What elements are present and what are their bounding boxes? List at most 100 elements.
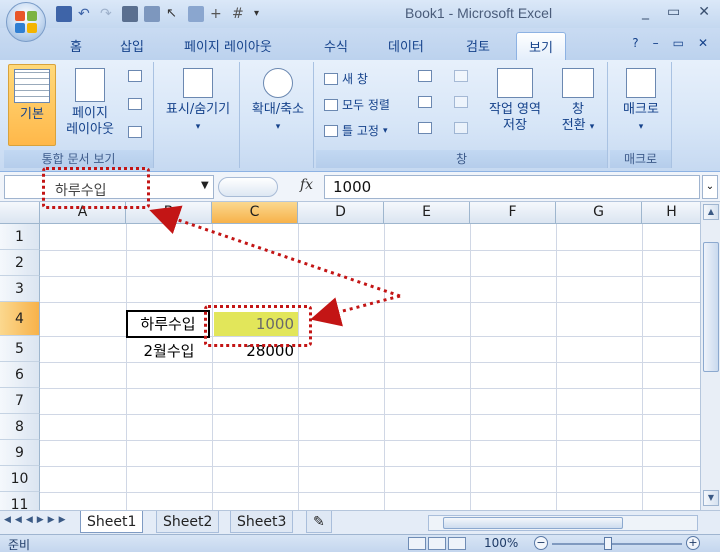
row-header-2[interactable]: 2 xyxy=(0,250,40,276)
zoom-level[interactable]: 100% xyxy=(484,536,518,550)
row-header-3[interactable]: 3 xyxy=(0,276,40,302)
page-layout-view-button[interactable]: 페이지 레이아웃 xyxy=(60,64,120,146)
hide-icon[interactable] xyxy=(418,96,432,108)
worksheet-grid[interactable]: A B C D E F G H 1 2 3 4 5 6 7 8 9 10 11 … xyxy=(0,202,700,510)
scroll-down-icon[interactable]: ▼ xyxy=(703,490,719,506)
row-header-1[interactable]: 1 xyxy=(0,224,40,250)
grid-icon[interactable]: # xyxy=(232,6,248,22)
normal-view-button[interactable]: 기본 xyxy=(8,64,56,146)
vertical-scrollbar[interactable]: ▲ ▼ xyxy=(700,202,720,510)
row-header-7[interactable]: 7 xyxy=(0,388,40,414)
help-icon[interactable]: ? xyxy=(632,36,638,50)
split-icon[interactable] xyxy=(418,70,432,82)
expand-formula-bar-icon[interactable]: ⌄ xyxy=(702,175,718,199)
tab-insert[interactable]: 삽입 xyxy=(120,36,144,55)
pointer-icon[interactable]: ↖ xyxy=(166,6,182,22)
tab-page-layout[interactable]: 페이지 레이아웃 xyxy=(184,36,272,55)
column-header-h[interactable]: H xyxy=(642,202,700,224)
new-window-button[interactable]: 새 창 xyxy=(324,70,368,87)
row-header-10[interactable]: 10 xyxy=(0,466,40,492)
tab-review[interactable]: 검토 xyxy=(466,36,490,55)
crosshair-icon[interactable]: + xyxy=(210,6,226,22)
tab-formulas[interactable]: 수식 xyxy=(324,36,348,55)
window-title: Book1 - Microsoft Excel xyxy=(405,5,553,21)
formula-controls: fx xyxy=(214,175,324,199)
save-workspace-button[interactable]: 작업 영역 저장 xyxy=(480,64,550,148)
unhide-icon[interactable] xyxy=(418,122,432,134)
zoom-button[interactable]: 확대/축소 ▾ xyxy=(244,64,312,146)
restore-doc-icon[interactable]: ▭ xyxy=(673,36,684,50)
gridline xyxy=(384,224,385,510)
group-label-workbook-views: 통합 문서 보기 xyxy=(4,150,153,168)
switch-windows-button[interactable]: 창 전환 ▾ xyxy=(552,64,604,148)
minimize-doc-icon[interactable]: – xyxy=(653,36,659,50)
zoom-slider-knob[interactable] xyxy=(604,537,612,550)
show-hide-dropdown-icon: ▾ xyxy=(195,122,201,132)
row-header-4[interactable]: 4 xyxy=(0,302,40,336)
tab-view[interactable]: 보기 xyxy=(516,32,566,60)
page-break-status-icon[interactable] xyxy=(448,537,466,550)
save-icon[interactable] xyxy=(56,6,72,22)
page-break-preview-icon[interactable] xyxy=(128,70,142,82)
switch-windows-label-line2: 전환 xyxy=(561,118,586,133)
zoom-in-button[interactable]: + xyxy=(686,536,700,550)
zoom-slider[interactable] xyxy=(552,543,682,545)
vertical-scroll-thumb[interactable] xyxy=(703,242,719,372)
ribbon: 기본 페이지 레이아웃 통합 문서 보기 표시/숨기기 ▾ 확대/축소 ▾ 새 … xyxy=(0,60,720,172)
arrange-all-button[interactable]: 모두 정렬 xyxy=(324,96,390,113)
cell-b5[interactable]: 2월수입 xyxy=(126,338,212,364)
maximize-button[interactable]: ▭ xyxy=(667,4,680,20)
column-header-d[interactable]: D xyxy=(298,202,384,224)
undo-icon[interactable]: ↶ xyxy=(78,6,94,22)
redo-icon[interactable]: ↷ xyxy=(100,6,116,22)
print-preview-icon[interactable] xyxy=(144,6,160,22)
gridline xyxy=(212,224,213,510)
show-hide-button[interactable]: 표시/숨기기 ▾ xyxy=(158,64,238,146)
sheet-tab-3[interactable]: Sheet3 xyxy=(230,511,294,533)
formula-input[interactable]: 1000 xyxy=(324,175,700,199)
insert-sheet-icon[interactable]: ✎ xyxy=(306,511,332,533)
row-header-5[interactable]: 5 xyxy=(0,336,40,362)
row-header-11[interactable]: 11 xyxy=(0,492,40,510)
group-zoom: 확대/축소 ▾ xyxy=(242,62,314,168)
normal-view-status-icon[interactable] xyxy=(408,537,426,550)
macros-button[interactable]: 매크로 ▾ xyxy=(612,64,670,148)
page-layout-status-icon[interactable] xyxy=(428,537,446,550)
shapes-icon[interactable] xyxy=(188,6,204,22)
scroll-up-icon[interactable]: ▲ xyxy=(703,204,719,220)
full-screen-icon[interactable] xyxy=(128,126,142,138)
horizontal-scrollbar[interactable] xyxy=(428,515,698,531)
tab-home[interactable]: 홈 xyxy=(70,36,82,55)
custom-views-icon[interactable] xyxy=(128,98,142,110)
reset-position-icon[interactable] xyxy=(454,122,468,134)
insert-function-icon[interactable]: fx xyxy=(300,177,313,193)
office-button[interactable] xyxy=(6,2,46,42)
column-header-c[interactable]: C xyxy=(212,202,298,224)
horizontal-scroll-thumb[interactable] xyxy=(443,517,623,529)
column-header-e[interactable]: E xyxy=(384,202,470,224)
ribbon-tabs: 홈 삽입 페이지 레이아웃 수식 데이터 검토 보기 ? – ▭ ✕ xyxy=(0,28,720,60)
tab-data[interactable]: 데이터 xyxy=(388,36,424,55)
sheet-nav-arrows-icon[interactable]: ◀◀◀▶▶▶ xyxy=(4,515,70,525)
sheet-tab-1[interactable]: Sheet1 xyxy=(80,511,144,533)
row-header-9[interactable]: 9 xyxy=(0,440,40,466)
close-button[interactable]: ✕ xyxy=(698,4,710,20)
zoom-out-button[interactable]: − xyxy=(534,536,548,550)
view-side-by-side-icon[interactable] xyxy=(454,70,468,82)
sheet-tab-2[interactable]: Sheet2 xyxy=(156,511,220,533)
annotation-box-name-box xyxy=(42,167,150,209)
cell-b4[interactable]: 하루수입 xyxy=(126,310,210,338)
minimize-button[interactable]: _ xyxy=(642,4,649,20)
formula-oval-handle[interactable] xyxy=(218,177,278,197)
name-box-dropdown-icon[interactable]: ▼ xyxy=(201,180,209,191)
column-header-f[interactable]: F xyxy=(470,202,556,224)
print-icon[interactable] xyxy=(122,6,138,22)
row-header-6[interactable]: 6 xyxy=(0,362,40,388)
freeze-panes-button[interactable]: 틀 고정 ▾ xyxy=(324,122,387,139)
customize-toolbar-icon[interactable]: ▾ xyxy=(254,6,270,22)
row-header-8[interactable]: 8 xyxy=(0,414,40,440)
column-header-g[interactable]: G xyxy=(556,202,642,224)
close-doc-icon[interactable]: ✕ xyxy=(698,36,708,50)
sync-scroll-icon[interactable] xyxy=(454,96,468,108)
select-all-corner[interactable] xyxy=(0,202,40,224)
